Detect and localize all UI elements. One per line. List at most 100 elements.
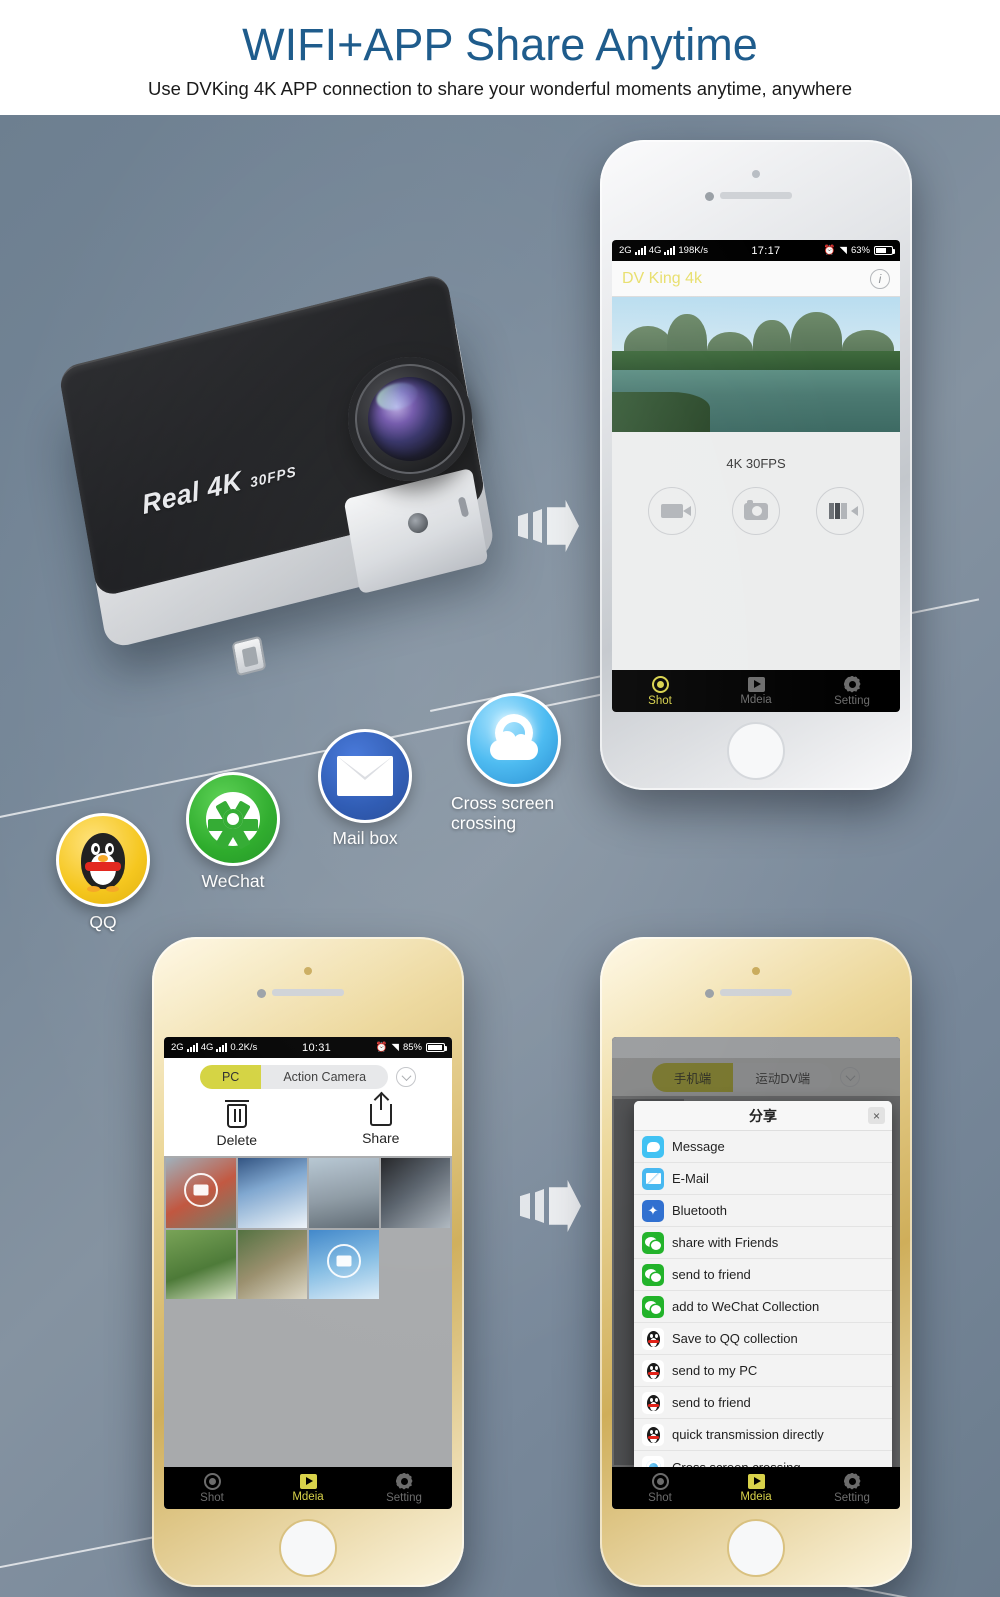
action-camera-product: Real 4K 30FPS xyxy=(57,235,522,715)
burst-capture-button[interactable] xyxy=(816,487,864,535)
social-label-mail: Mail box xyxy=(332,828,398,848)
video-icon xyxy=(661,504,691,518)
social-label-cross-screen: Cross screen crossing xyxy=(451,793,555,833)
promo-stage: Real 4K 30FPS QQ WeChat Mail box Cross s… xyxy=(0,115,1000,1597)
share-item-qq-collection[interactable]: Save to QQ collection xyxy=(634,1323,892,1355)
share-item-label: share with Friends xyxy=(672,1235,779,1250)
gear-icon xyxy=(395,1472,413,1490)
live-preview[interactable] xyxy=(612,297,900,432)
share-item-qq-quick-transmission[interactable]: quick transmission directly xyxy=(634,1419,892,1451)
flow-arrow-gallery-to-share xyxy=(520,1180,581,1232)
share-item-label: Message xyxy=(672,1139,725,1154)
camera-shutter-button xyxy=(231,635,267,677)
share-item-wechat-collection[interactable]: add to WeChat Collection xyxy=(634,1291,892,1323)
chevron-down-icon[interactable] xyxy=(396,1067,417,1087)
qq-icon[interactable] xyxy=(56,813,150,907)
email-icon xyxy=(642,1167,664,1190)
clock-label: 10:31 xyxy=(302,1041,332,1054)
thumb-empty-slot xyxy=(380,1229,450,1299)
info-button[interactable]: i xyxy=(870,268,890,289)
phone1-statusbar: 2G 4G 198K/s 17:17 ⏰ ◥ 63% xyxy=(612,240,900,261)
share-item-label: send to my PC xyxy=(672,1363,758,1378)
social-wechat[interactable]: WeChat xyxy=(186,772,280,891)
share-item-qq-send-friend[interactable]: send to friend xyxy=(634,1387,892,1419)
tab-setting[interactable]: Setting xyxy=(804,670,900,712)
wechat-icon[interactable] xyxy=(186,772,280,866)
tab-label: Setting xyxy=(834,1491,870,1504)
front-camera-icon xyxy=(752,967,760,975)
envelope-glyph xyxy=(337,756,393,796)
home-button[interactable] xyxy=(727,1519,785,1577)
thumb-marathon[interactable] xyxy=(166,1158,236,1228)
photo-capture-button[interactable] xyxy=(732,487,780,535)
phone1-tabbar: Shot Mdeia Setting xyxy=(612,670,900,712)
signal-bars-icon xyxy=(634,246,646,255)
battery-label: 85% xyxy=(402,1042,422,1053)
tab-shot[interactable]: Shot xyxy=(612,1467,708,1509)
share-item-qq-send-pc[interactable]: send to my PC xyxy=(634,1355,892,1387)
tab-label: Setting xyxy=(386,1491,422,1504)
arrow-trail-bar xyxy=(533,509,542,543)
gear-icon xyxy=(843,675,861,693)
selection-indicator xyxy=(326,1244,361,1279)
phone1-spacer xyxy=(612,535,900,670)
statusbar-left: 2G 4G 0.2K/s xyxy=(171,1042,257,1053)
social-mail[interactable]: Mail box xyxy=(318,729,412,848)
penguin-beak xyxy=(98,855,108,862)
tab-setting[interactable]: Setting xyxy=(356,1467,452,1509)
bluetooth-icon: ✦ xyxy=(642,1199,664,1222)
home-button[interactable] xyxy=(727,722,785,780)
penguin-pupil xyxy=(108,846,112,852)
home-button[interactable] xyxy=(279,1519,337,1577)
tab-shot[interactable]: Shot xyxy=(164,1467,260,1509)
share-target-list: Message E-Mail ✦ Bluetooth share with Fr… xyxy=(634,1131,892,1483)
arrow-trail-bar xyxy=(535,1189,544,1223)
photo-icon xyxy=(744,499,768,520)
share-item-wechat-send-friend[interactable]: send to friend xyxy=(634,1259,892,1291)
wechat-icon xyxy=(642,1295,664,1318)
wechat-icon xyxy=(642,1263,664,1286)
video-capture-button[interactable] xyxy=(648,487,696,535)
signal-bars-icon xyxy=(216,1043,228,1052)
network-label: 2G xyxy=(171,1042,184,1053)
qq-icon xyxy=(642,1327,664,1350)
thumb-driving[interactable] xyxy=(380,1158,450,1228)
thumb-snowboard[interactable] xyxy=(237,1158,307,1228)
tab-media[interactable]: Mdeia xyxy=(260,1467,356,1509)
cross-screen-icon[interactable] xyxy=(467,693,561,787)
thumb-rafting[interactable] xyxy=(237,1229,307,1299)
phone-gallery-screen: 2G 4G 0.2K/s 10:31 ⏰ ◥ 85% PC Action Cam… xyxy=(152,937,464,1587)
close-icon[interactable]: × xyxy=(868,1107,885,1124)
alarm-icon: ⏰ xyxy=(375,1042,388,1053)
qq-penguin-glyph xyxy=(77,829,129,892)
delete-button[interactable]: Delete xyxy=(217,1100,257,1148)
earpiece-speaker xyxy=(720,989,792,996)
tab-setting[interactable]: Setting xyxy=(804,1467,900,1509)
signal-bars-icon xyxy=(186,1043,198,1052)
front-camera-icon xyxy=(752,170,760,178)
statusbar-left: 2G 4G 198K/s xyxy=(619,245,708,256)
share-item-message[interactable]: Message xyxy=(634,1131,892,1163)
phone3-tabbar: Shot Mdeia Setting xyxy=(612,1467,900,1509)
share-item-bluetooth[interactable]: ✦ Bluetooth xyxy=(634,1195,892,1227)
social-label-qq: QQ xyxy=(89,912,117,932)
qq-icon xyxy=(642,1359,664,1382)
mail-icon[interactable] xyxy=(318,729,412,823)
share-item-wechat-friends[interactable]: share with Friends xyxy=(634,1227,892,1259)
segment-pc[interactable]: PC xyxy=(199,1065,262,1089)
phone3-screen: 2G 4G 0.9K/s 17:29 ⏰ ◥ 60% xyxy=(612,1037,900,1509)
share-item-label: Bluetooth xyxy=(672,1203,727,1218)
tab-media[interactable]: Mdeia xyxy=(708,1467,804,1509)
tab-media[interactable]: Mdeia xyxy=(708,670,804,712)
social-qq[interactable]: QQ xyxy=(56,813,150,932)
source-segmented-control[interactable]: PC Action Camera xyxy=(199,1065,389,1089)
social-cross-screen[interactable]: Cross screen crossing xyxy=(451,693,561,833)
thumb-family[interactable] xyxy=(309,1158,379,1228)
thumb-cycling[interactable] xyxy=(166,1229,236,1299)
tab-shot[interactable]: Shot xyxy=(612,670,708,712)
thumb-kayak[interactable] xyxy=(309,1229,379,1299)
share-item-email[interactable]: E-Mail xyxy=(634,1163,892,1195)
message-icon xyxy=(642,1135,664,1158)
share-button[interactable]: Share xyxy=(362,1094,399,1148)
segment-action-camera[interactable]: Action Camera xyxy=(261,1065,389,1089)
